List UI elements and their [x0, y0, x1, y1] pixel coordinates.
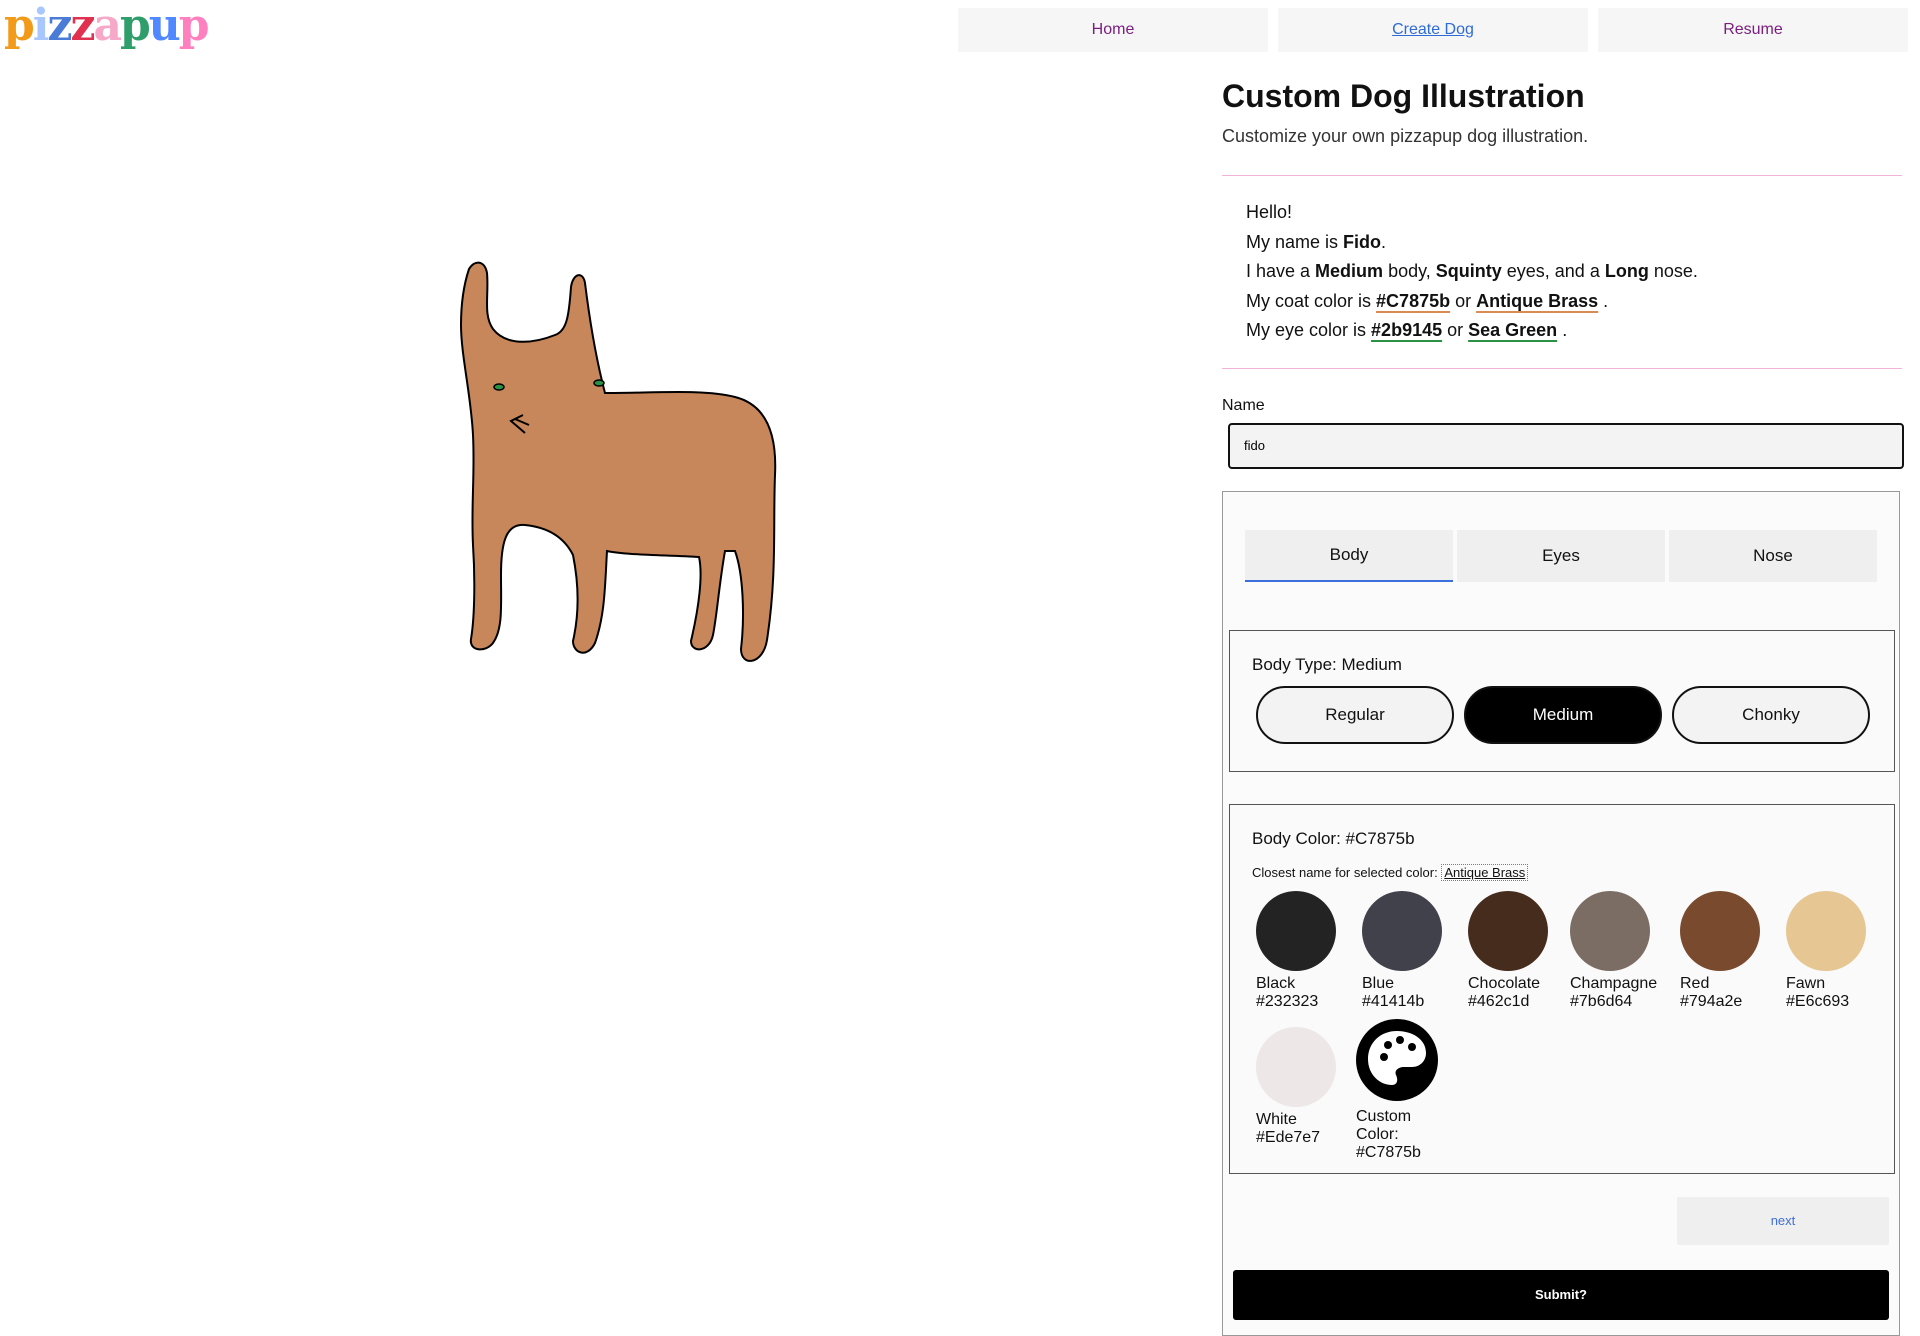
dog-description: Hello! My name is Fido. I have a Medium … — [1222, 176, 1902, 368]
swatch-chocolate[interactable]: Chocolate #462c1d — [1468, 890, 1558, 1011]
swatch-label: Champagne #7b6d64 — [1570, 974, 1658, 1010]
swatch-circle[interactable] — [1256, 890, 1336, 971]
pizzapup-logo[interactable]: pizzapup — [4, 0, 210, 52]
swatch-black[interactable]: Black #232323 — [1256, 890, 1346, 1011]
swatch-white[interactable]: White #Ede7e7 — [1256, 1026, 1346, 1147]
logo-letter: p — [4, 0, 35, 51]
divider — [1222, 367, 1902, 369]
body-color-section: Body Color: #C7875b Closest name for sel… — [1229, 803, 1895, 1174]
swatch-fawn[interactable]: Fawn #E6c693 — [1786, 890, 1876, 1011]
swatch-champagne[interactable]: Champagne #7b6d64 — [1570, 890, 1660, 1011]
swatch-label: Black #232323 — [1256, 974, 1319, 1010]
name-label: Name — [1222, 396, 1265, 414]
name-input[interactable] — [1228, 422, 1904, 469]
custom-color-label: Custom Color: #C7875b — [1356, 1107, 1421, 1161]
eye-color-line: My eye color is #2b9145 or Sea Green . — [1246, 320, 1568, 340]
body-type-title: Body Type: Medium — [1252, 654, 1402, 674]
dog-svg — [459, 261, 777, 662]
top-nav: Home Create Dog Resume — [958, 8, 1908, 52]
eye-hex: #2b9145 — [1371, 320, 1443, 340]
swatch-custom-color[interactable]: Custom Color: #C7875b — [1356, 1018, 1446, 1162]
tab-nose[interactable]: Nose — [1669, 529, 1877, 582]
dog-left-eye — [493, 383, 505, 391]
tab-body[interactable]: Body — [1245, 529, 1453, 582]
swatch-red[interactable]: Red #794a2e — [1680, 890, 1770, 1011]
palette-icon[interactable] — [1356, 1018, 1438, 1101]
greeting: Hello! — [1246, 202, 1293, 222]
body-type-options: Regular Medium Chonky — [1256, 685, 1870, 744]
body-color-title: Body Color: #C7875b — [1252, 828, 1415, 848]
nav-resume[interactable]: Resume — [1598, 8, 1908, 52]
closest-color-label: Closest name for selected color: Antique… — [1252, 863, 1529, 881]
eye-name: Sea Green — [1468, 320, 1558, 340]
logo-letter: p — [178, 0, 210, 51]
page-title: Custom Dog Illustration — [1222, 78, 1585, 114]
swatch-label: White #Ede7e7 — [1256, 1110, 1321, 1146]
page-subtitle: Customize your own pizzapup dog illustra… — [1222, 126, 1589, 146]
swatch-label: Red #794a2e — [1680, 974, 1743, 1010]
body-type-regular[interactable]: Regular — [1256, 685, 1454, 744]
dog-body — [459, 261, 777, 662]
swatch-circle[interactable] — [1680, 890, 1760, 971]
logo-letter: u — [148, 0, 181, 51]
name-line: My name is Fido. — [1246, 231, 1387, 252]
swatch-circle[interactable] — [1468, 890, 1548, 971]
swatch-circle[interactable] — [1256, 1026, 1336, 1107]
closest-color-name: Antique Brass — [1441, 863, 1529, 881]
nav-home[interactable]: Home — [958, 8, 1268, 52]
swatch-circle[interactable] — [1362, 890, 1442, 971]
customizer-form: Body Eyes Nose Body Type: Medium Regular… — [1222, 490, 1900, 1336]
dog-right-eye — [593, 379, 605, 387]
body-type-medium[interactable]: Medium — [1464, 685, 1662, 744]
features-line: I have a Medium body, Squinty eyes, and … — [1246, 261, 1698, 281]
coat-hex: #C7875b — [1376, 290, 1451, 311]
swatch-blue[interactable]: Blue #41414b — [1362, 890, 1452, 1011]
logo-letter: z — [47, 0, 72, 51]
coat-name: Antique Brass — [1476, 290, 1599, 311]
body-type-chonky[interactable]: Chonky — [1672, 685, 1870, 744]
submit-button[interactable]: Submit? — [1233, 1269, 1889, 1320]
dog-illustration — [455, 255, 835, 675]
swatch-circle[interactable] — [1570, 890, 1650, 971]
logo-letter: p — [120, 0, 151, 51]
swatch-circle[interactable] — [1786, 890, 1866, 971]
tab-bar: Body Eyes Nose — [1245, 529, 1877, 582]
swatch-label: Fawn #E6c693 — [1786, 974, 1850, 1010]
body-type-section: Body Type: Medium Regular Medium Chonky — [1229, 629, 1895, 772]
nav-create-dog[interactable]: Create Dog — [1278, 8, 1588, 52]
tab-eyes[interactable]: Eyes — [1457, 529, 1665, 582]
swatch-label: Chocolate #462c1d — [1468, 974, 1541, 1010]
logo-letter: a — [93, 0, 121, 51]
logo-letter: z — [70, 0, 95, 51]
logo-letter: i — [32, 0, 50, 51]
swatch-label: Blue #41414b — [1362, 974, 1425, 1010]
customizer-panel: Custom Dog Illustration Customize your o… — [1222, 68, 1904, 1336]
coat-color-line: My coat color is #C7875b or Antique Bras… — [1246, 290, 1609, 311]
next-button[interactable]: next — [1677, 1196, 1889, 1245]
